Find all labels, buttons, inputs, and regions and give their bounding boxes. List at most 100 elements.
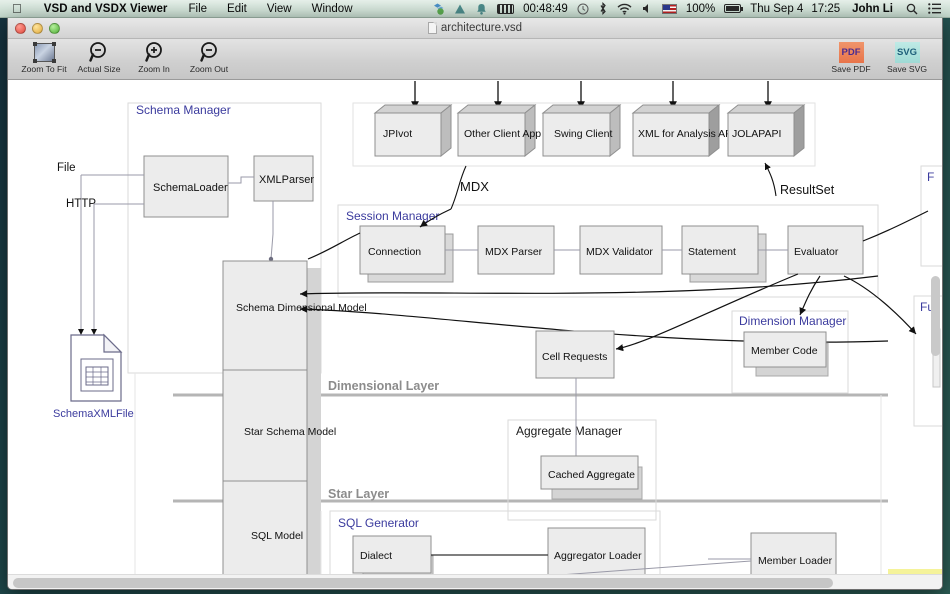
node-cell-requests: Cell Requests <box>536 331 614 378</box>
battery-icon[interactable] <box>719 4 746 13</box>
node-label-cached-aggregate: Cached Aggregate <box>548 469 635 481</box>
client-node-swing-client: Swing Client <box>543 105 620 156</box>
diagram-canvas[interactable]: Dimensional Layer Star Layer Schema Mana… <box>8 81 943 575</box>
window-title-bar[interactable]: architecture.vsd <box>8 18 942 39</box>
menu-item-window[interactable]: Window <box>302 3 363 15</box>
toolbar-left-group: Zoom To Fit Actual Size Zoom In Zoom Out <box>8 39 236 74</box>
zoom-to-fit-label: Zoom To Fit <box>21 64 66 74</box>
timer-value[interactable]: 00:48:49 <box>519 3 572 15</box>
client-node-other-client-app: Other Client App <box>458 105 541 156</box>
node-dialect: Dialect <box>353 536 433 575</box>
client-node-xml-for-analysis: XML for Analysis AP <box>633 105 732 156</box>
zoom-in-icon <box>143 40 165 64</box>
group-title-aggregate-manager: Aggregate Manager <box>516 424 622 438</box>
node-schema-xml-file: SchemaXMLFile <box>53 335 134 420</box>
node-evaluator: Evaluator <box>788 226 863 274</box>
node-label-schema-dimensional-model: Schema Dimensional Model <box>236 302 367 314</box>
zoom-to-fit-icon <box>34 40 55 64</box>
node-member-loader: Member Loader <box>751 533 836 575</box>
mac-menu-bar:  VSD and VSDX Viewer File Edit View Win… <box>0 0 950 18</box>
edge-label-mdx: MDX <box>460 179 489 194</box>
dropbox-sync-icon[interactable] <box>426 2 449 15</box>
zoom-out-icon <box>198 40 220 64</box>
zoom-to-fit-button[interactable]: Zoom To Fit <box>17 39 71 74</box>
svg-icon: SVG <box>895 40 920 64</box>
client-label-other-client-app: Other Client App <box>464 128 541 140</box>
timer-icon[interactable] <box>492 4 519 14</box>
clock-icon[interactable] <box>572 3 594 15</box>
battery-percent[interactable]: 100% <box>682 3 719 15</box>
actual-size-icon <box>88 40 110 64</box>
pdf-icon: PDF <box>839 40 864 64</box>
node-label-dialect: Dialect <box>360 550 392 562</box>
layer-label-star: Star Layer <box>328 487 389 501</box>
client-node-jolapapi: JOLAPAPI <box>728 105 804 156</box>
node-label-schema-xml-file: SchemaXMLFile <box>53 408 134 420</box>
toolbar-right-group: PDF Save PDF SVG Save SVG <box>824 39 934 74</box>
edge-label-resultset: ResultSet <box>780 183 835 197</box>
node-aggregator-loader: Aggregator Loader <box>548 528 645 575</box>
menubar-date[interactable]: Thu Sep 4 <box>746 3 807 15</box>
horizontal-scrollbar[interactable] <box>8 574 943 589</box>
volume-icon[interactable] <box>637 3 657 14</box>
menu-item-view[interactable]: View <box>257 3 302 15</box>
us-flag-icon[interactable] <box>657 4 682 14</box>
close-button[interactable] <box>15 23 26 34</box>
edge-label-http: HTTP <box>66 198 96 210</box>
drive-icon[interactable] <box>449 3 471 15</box>
zoom-out-label: Zoom Out <box>190 64 228 74</box>
window-title: architecture.vsd <box>441 22 522 34</box>
node-label-mdx-validator: MDX Validator <box>586 246 653 258</box>
save-svg-label: Save SVG <box>887 64 927 74</box>
app-name-menu[interactable]: VSD and VSDX Viewer <box>33 3 179 15</box>
node-label-connection: Connection <box>368 246 421 258</box>
zoom-out-button[interactable]: Zoom Out <box>182 39 236 74</box>
notification-center-icon[interactable] <box>923 3 950 14</box>
pdf-badge: PDF <box>839 42 864 63</box>
node-label-xml-parser: XMLParser <box>259 174 314 186</box>
group-title-schema-manager: Schema Manager <box>136 103 231 117</box>
menubar-time[interactable]: 17:25 <box>807 3 844 15</box>
menubar-user[interactable]: John Li <box>844 3 901 15</box>
menu-item-file[interactable]: File <box>179 3 218 15</box>
node-mdx-validator: MDX Validator <box>580 226 662 274</box>
actual-size-button[interactable]: Actual Size <box>72 39 126 74</box>
apple-logo-icon[interactable]:  <box>0 2 33 15</box>
actual-size-label: Actual Size <box>78 64 121 74</box>
node-sql-model <box>223 481 307 575</box>
architecture-diagram: Dimensional Layer Star Layer Schema Mana… <box>8 81 943 575</box>
edge-label-file: File <box>57 162 76 174</box>
node-statement: Statement <box>682 226 766 282</box>
client-label-jpivot: JPIvot <box>383 128 412 140</box>
node-label-star-schema-model: Star Schema Model <box>244 426 336 438</box>
node-label-evaluator: Evaluator <box>794 246 839 258</box>
search-icon[interactable] <box>901 3 923 15</box>
app-window: architecture.vsd Zoom To Fit Actual Size <box>7 18 943 590</box>
save-svg-button[interactable]: SVG Save SVG <box>880 39 934 74</box>
edge-model-to-connection <box>308 233 360 259</box>
client-label-xml-for-analysis: XML for Analysis AP <box>638 128 732 140</box>
bluetooth-icon[interactable] <box>594 2 612 15</box>
edge-evaluator-dimension <box>800 276 820 315</box>
menu-item-edit[interactable]: Edit <box>217 3 257 15</box>
bell-icon[interactable] <box>471 3 492 15</box>
client-label-jolapapi: JOLAPAPI <box>732 128 781 140</box>
node-label-mdx-parser: MDX Parser <box>485 246 543 258</box>
group-title-sql-generator: SQL Generator <box>338 516 419 530</box>
vertical-scrollbar-thumb[interactable] <box>931 276 940 356</box>
edge-evaluator-to-f <box>863 211 928 241</box>
document-icon <box>428 22 437 34</box>
node-label-member-code: Member Code <box>751 345 818 357</box>
client-label-swing-client: Swing Client <box>554 128 612 140</box>
edge-parser-model <box>271 201 273 259</box>
save-pdf-button[interactable]: PDF Save PDF <box>824 39 878 74</box>
node-connection: Connection <box>360 226 453 282</box>
group-title-session-manager: Session Manager <box>346 209 439 223</box>
wifi-icon[interactable] <box>612 3 637 15</box>
horizontal-scrollbar-thumb[interactable] <box>13 578 833 588</box>
minimize-button[interactable] <box>32 23 43 34</box>
group-title-dimension-manager: Dimension Manager <box>739 314 846 328</box>
node-label-schema-loader: SchemaLoader <box>153 182 228 194</box>
zoom-in-button[interactable]: Zoom In <box>127 39 181 74</box>
zoom-button[interactable] <box>49 23 60 34</box>
